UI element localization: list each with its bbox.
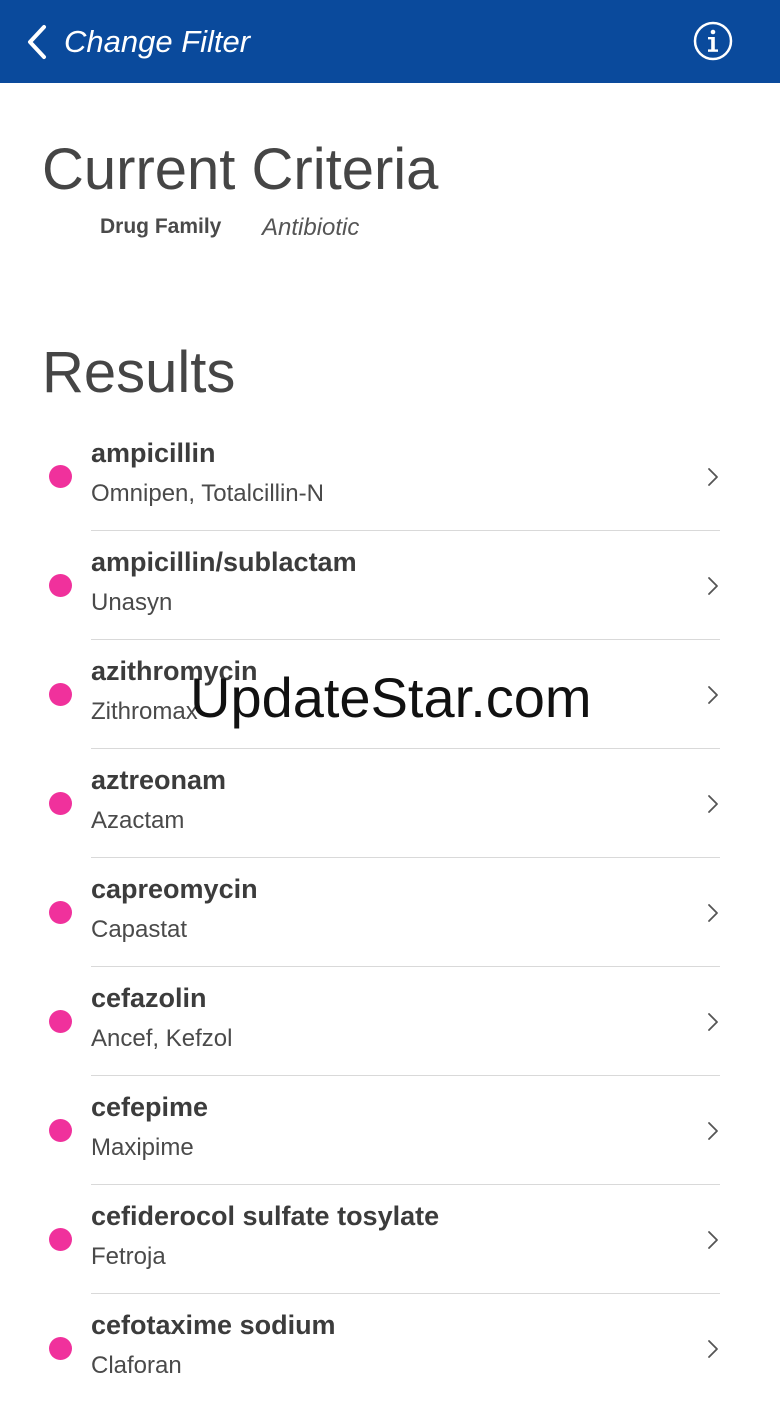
status-dot <box>49 1010 72 1033</box>
chevron-right-icon <box>708 468 718 486</box>
drug-name: cefepime <box>91 1092 209 1122</box>
status-dot <box>49 901 72 924</box>
chevron-right-icon <box>708 686 718 704</box>
brand-names: Azactam <box>91 807 185 834</box>
result-item[interactable]: cefazolin Ancef, Kefzol <box>0 967 780 1076</box>
status-dot <box>49 1337 72 1360</box>
chevron-left-icon <box>28 25 46 59</box>
info-button[interactable] <box>693 21 733 61</box>
status-dot <box>49 465 72 488</box>
result-item[interactable]: ampicillin/sublactam Unasyn <box>0 531 780 640</box>
status-dot <box>49 792 72 815</box>
drug-name: ampicillin/sublactam <box>91 547 357 577</box>
chevron-right-icon <box>708 904 718 922</box>
drug-name: cefiderocol sulfate tosylate <box>91 1201 440 1231</box>
criteria-label: Drug Family <box>100 215 222 238</box>
brand-names: Unasyn <box>91 589 173 616</box>
result-item[interactable]: capreomycin Capastat <box>0 858 780 967</box>
chevron-right-icon <box>708 795 718 813</box>
current-criteria-heading: Current Criteria <box>42 137 439 202</box>
drug-name: ampicillin <box>91 438 216 468</box>
brand-names: Fetroja <box>91 1243 166 1270</box>
page-title: Change Filter <box>64 24 251 59</box>
brand-names: Ancef, Kefzol <box>91 1025 233 1052</box>
top-nav-bar: Change Filter <box>0 0 780 83</box>
drug-name: cefazolin <box>91 983 207 1013</box>
brand-names: Capastat <box>91 916 188 943</box>
chevron-right-icon <box>708 1122 718 1140</box>
back-button[interactable] <box>22 22 52 62</box>
results-heading: Results <box>42 340 236 405</box>
status-dot <box>49 574 72 597</box>
result-item[interactable]: cefepime Maxipime <box>0 1076 780 1185</box>
info-icon <box>693 21 733 61</box>
drug-name: aztreonam <box>91 765 227 795</box>
criteria-value: Antibiotic <box>262 214 360 241</box>
brand-names: Maxipime <box>91 1134 194 1161</box>
result-item[interactable]: ampicillin Omnipen, Totalcillin-N <box>0 422 780 531</box>
brand-names: Omnipen, Totalcillin-N <box>91 480 324 507</box>
result-item[interactable]: azithromycin Zithromax <box>0 640 780 749</box>
chevron-right-icon <box>708 1340 718 1358</box>
chevron-right-icon <box>708 1013 718 1031</box>
results-list: ampicillin Omnipen, Totalcillin-N ampici… <box>0 422 780 1403</box>
drug-name: capreomycin <box>91 874 258 904</box>
chevron-right-icon <box>708 1231 718 1249</box>
status-dot <box>49 1228 72 1251</box>
status-dot <box>49 1119 72 1142</box>
chevron-right-icon <box>708 577 718 595</box>
result-item[interactable]: aztreonam Azactam <box>0 749 780 858</box>
drug-name: azithromycin <box>91 656 258 686</box>
status-dot <box>49 683 72 706</box>
brand-names: Claforan <box>91 1352 182 1379</box>
drug-name: cefotaxime sodium <box>91 1310 336 1340</box>
result-item[interactable]: cefiderocol sulfate tosylate Fetroja <box>0 1185 780 1294</box>
brand-names: Zithromax <box>91 698 198 725</box>
